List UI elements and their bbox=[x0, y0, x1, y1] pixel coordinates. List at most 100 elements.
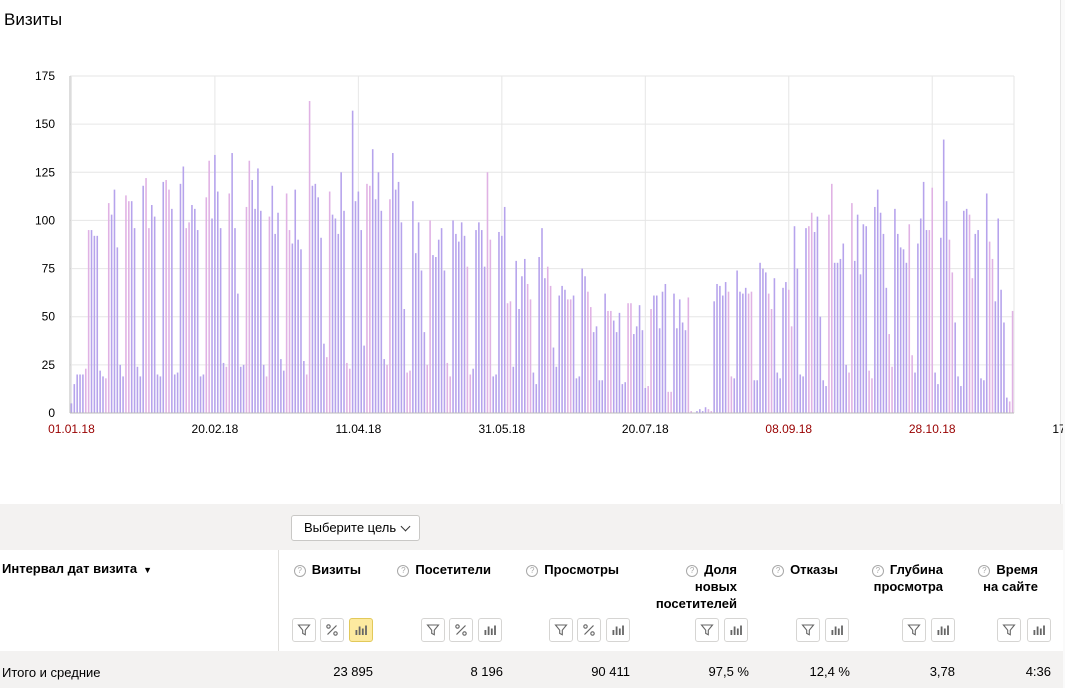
bar bbox=[262, 364, 265, 413]
metric-header[interactable]: ? Глубина просмотра bbox=[871, 561, 943, 595]
bar bbox=[655, 295, 658, 413]
y-tick-label: 75 bbox=[42, 262, 56, 276]
chart-bars-icon bbox=[729, 623, 743, 637]
bar bbox=[70, 403, 73, 413]
bar bbox=[661, 291, 664, 413]
bar bbox=[584, 276, 586, 413]
bar bbox=[842, 243, 845, 413]
bar bbox=[205, 197, 208, 413]
bar bbox=[1011, 310, 1014, 413]
help-icon[interactable]: ? bbox=[293, 565, 306, 577]
bar bbox=[245, 206, 248, 413]
chart-bars-button[interactable] bbox=[478, 618, 502, 642]
bar bbox=[90, 230, 93, 413]
bar bbox=[796, 268, 799, 413]
bar bbox=[833, 262, 836, 413]
chart-bars-icon bbox=[611, 623, 625, 637]
bar bbox=[406, 372, 408, 413]
help-icon[interactable]: ? bbox=[978, 565, 991, 577]
filter-button[interactable] bbox=[902, 618, 926, 642]
bar bbox=[248, 160, 251, 413]
x-tick-label: 20.07.18 bbox=[622, 422, 669, 436]
bar bbox=[437, 239, 440, 413]
metric-header[interactable]: ? Посетители bbox=[397, 561, 491, 578]
metric-header-label: Просмотры bbox=[544, 562, 619, 577]
bar bbox=[99, 370, 101, 413]
bar bbox=[156, 374, 159, 413]
filter-button[interactable] bbox=[997, 618, 1021, 642]
bar bbox=[529, 299, 532, 413]
bar bbox=[644, 387, 647, 413]
bar bbox=[122, 376, 124, 413]
help-icon[interactable]: ? bbox=[526, 565, 539, 577]
chart-bars-button[interactable] bbox=[825, 618, 849, 642]
help-icon[interactable]: ? bbox=[686, 565, 699, 577]
percent-button[interactable] bbox=[449, 618, 473, 642]
filter-button[interactable] bbox=[421, 618, 445, 642]
goal-select[interactable]: Выберите цель bbox=[291, 515, 421, 541]
bar bbox=[119, 364, 121, 413]
help-icon[interactable]: ? bbox=[772, 565, 785, 577]
bar bbox=[73, 384, 76, 413]
percent-button[interactable] bbox=[320, 618, 344, 642]
bar bbox=[466, 266, 469, 413]
bar bbox=[974, 233, 977, 413]
bar bbox=[756, 380, 758, 413]
bar bbox=[676, 328, 678, 413]
metric-header[interactable]: ? Визиты bbox=[293, 561, 361, 578]
bar bbox=[475, 230, 477, 413]
metric-header[interactable]: ? Отказы bbox=[772, 561, 838, 578]
bar bbox=[136, 366, 139, 413]
percent-button[interactable] bbox=[577, 618, 601, 642]
bar bbox=[635, 326, 638, 413]
filter-button[interactable] bbox=[292, 618, 316, 642]
metric-header[interactable]: ? Просмотры bbox=[526, 561, 619, 578]
bar bbox=[879, 212, 882, 413]
chart-bars-button[interactable] bbox=[349, 618, 373, 642]
bar bbox=[173, 374, 176, 413]
chart-bars-button[interactable] bbox=[724, 618, 748, 642]
bar bbox=[653, 295, 655, 413]
bar bbox=[799, 374, 802, 413]
y-tick-label: 150 bbox=[35, 117, 55, 131]
bar bbox=[254, 208, 256, 413]
help-icon[interactable]: ? bbox=[397, 565, 410, 577]
bar bbox=[271, 185, 274, 413]
bar bbox=[684, 330, 687, 413]
bar bbox=[265, 376, 268, 413]
chart-bars-button[interactable] bbox=[1027, 618, 1051, 642]
filter-icon bbox=[700, 623, 714, 637]
bar bbox=[274, 233, 276, 413]
bar bbox=[825, 386, 827, 413]
filter-button[interactable] bbox=[549, 618, 573, 642]
bar bbox=[928, 230, 931, 413]
help-icon[interactable]: ? bbox=[871, 565, 884, 577]
bar bbox=[897, 233, 899, 413]
bar bbox=[934, 372, 936, 413]
bar bbox=[802, 376, 804, 413]
bar bbox=[165, 179, 167, 413]
bar bbox=[816, 216, 819, 413]
bar bbox=[549, 285, 552, 413]
bar bbox=[787, 289, 790, 413]
metric-header[interactable]: ? Время на сайте bbox=[978, 561, 1038, 595]
dimension-header[interactable]: Интервал дат визита ▼ bbox=[2, 561, 152, 576]
bar bbox=[397, 181, 400, 413]
bar bbox=[76, 374, 78, 413]
metric-header[interactable]: ? Доля новых посетителей bbox=[656, 561, 737, 612]
bar bbox=[171, 208, 173, 413]
filter-button[interactable] bbox=[695, 618, 719, 642]
chart-bars-button[interactable] bbox=[606, 618, 630, 642]
chart-bars-icon bbox=[936, 623, 950, 637]
bar bbox=[831, 183, 833, 413]
bar bbox=[93, 235, 96, 413]
bar bbox=[449, 376, 451, 413]
x-tick-label: 01.01.18 bbox=[48, 422, 95, 436]
bar bbox=[463, 235, 466, 413]
chart-bars-button[interactable] bbox=[931, 618, 955, 642]
bar bbox=[767, 293, 770, 413]
bar bbox=[667, 391, 670, 413]
bar bbox=[317, 197, 319, 413]
filter-button[interactable] bbox=[796, 618, 820, 642]
bar bbox=[699, 409, 701, 413]
